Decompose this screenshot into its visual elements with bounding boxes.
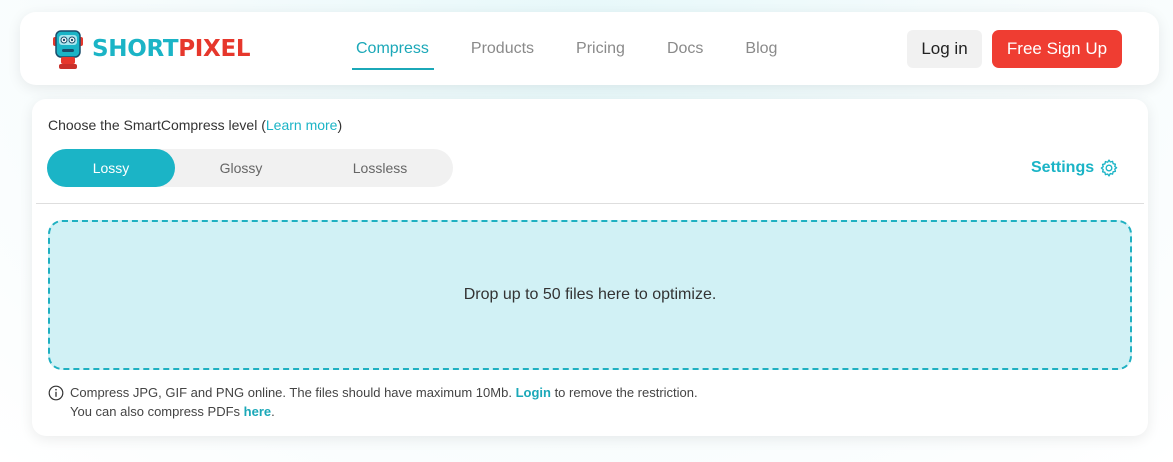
nav-item-compress[interactable]: Compress xyxy=(352,12,434,85)
file-dropzone[interactable]: Drop up to 50 files here to optimize. xyxy=(48,220,1132,370)
compress-card: Choose the SmartCompress level (Learn mo… xyxy=(32,99,1148,436)
robot-logo-icon xyxy=(53,30,83,69)
login-button[interactable]: Log in xyxy=(907,30,982,68)
compression-level-selector: Lossy Glossy Lossless xyxy=(47,149,453,187)
level-option-lossy[interactable]: Lossy xyxy=(47,149,175,187)
info-icon xyxy=(48,385,64,400)
info-line-1-suffix: to remove the restriction. xyxy=(550,385,698,400)
info-line-2-text: You can also compress PDFs xyxy=(70,404,244,419)
level-option-lossless[interactable]: Lossless xyxy=(307,149,453,187)
main-nav: Compress Products Pricing Docs Blog xyxy=(352,12,819,85)
settings-label: Settings xyxy=(1031,159,1095,176)
shortpixel-logo[interactable]: SHORTPIXEL xyxy=(50,27,251,71)
level-option-glossy[interactable]: Glossy xyxy=(175,149,307,187)
settings-button[interactable]: Settings xyxy=(1031,157,1119,179)
level-label-prefix: Choose the SmartCompress level ( xyxy=(48,117,266,133)
info-line-2: You can also compress PDFs here. xyxy=(48,402,698,421)
dropzone-text: Drop up to 50 files here to optimize. xyxy=(463,286,717,303)
nav-item-blog[interactable]: Blog xyxy=(745,12,777,85)
nav-item-docs[interactable]: Docs xyxy=(667,12,703,85)
section-divider xyxy=(36,203,1144,204)
logo-wordmark: SHORTPIXEL xyxy=(92,36,251,62)
upload-info-note: Compress JPG, GIF and PNG online. The fi… xyxy=(48,383,698,421)
logo-text-short: SHORT xyxy=(92,36,179,62)
info-line-1: Compress JPG, GIF and PNG online. The fi… xyxy=(70,383,698,402)
nav-item-pricing[interactable]: Pricing xyxy=(576,12,625,85)
compress-pdf-link[interactable]: here xyxy=(244,404,271,419)
compress-level-label: Choose the SmartCompress level (Learn mo… xyxy=(48,117,342,133)
login-link[interactable]: Login xyxy=(516,385,551,400)
learn-more-link[interactable]: Learn more xyxy=(266,117,338,133)
free-signup-button[interactable]: Free Sign Up xyxy=(992,30,1122,68)
logo-text-pixel: PIXEL xyxy=(178,36,251,62)
info-line-1-text: Compress JPG, GIF and PNG online. The fi… xyxy=(70,385,516,400)
gear-icon xyxy=(1100,159,1118,177)
nav-item-products[interactable]: Products xyxy=(471,12,534,85)
site-header: SHORTPIXEL Compress Products Pricing Doc… xyxy=(20,12,1159,85)
level-label-suffix: ) xyxy=(337,117,343,133)
info-line-2-suffix: . xyxy=(271,404,275,419)
